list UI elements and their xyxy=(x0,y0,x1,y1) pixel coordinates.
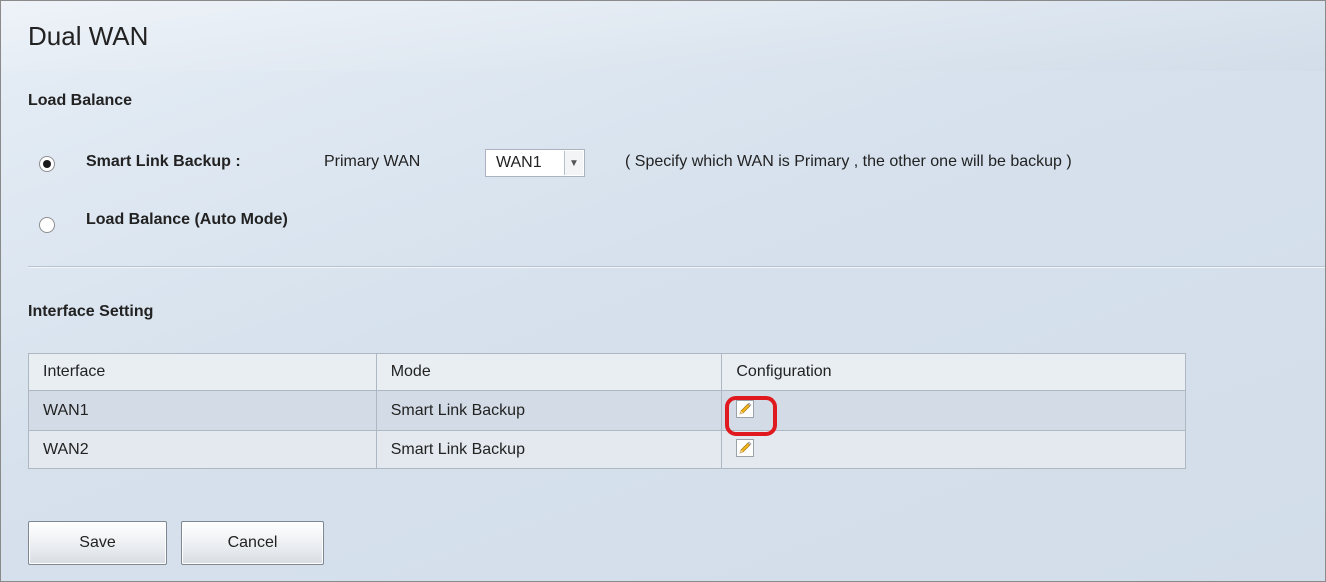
smart-link-backup-radio[interactable] xyxy=(39,156,55,172)
edit-pencil-icon[interactable] xyxy=(736,439,755,458)
table-row: WAN2 Smart Link Backup xyxy=(28,430,1186,469)
interface-setting-heading: Interface Setting xyxy=(28,303,154,320)
page-title: Dual WAN xyxy=(28,21,149,51)
load-balance-heading: Load Balance xyxy=(28,92,133,109)
smart-link-backup-label: Smart Link Backup : xyxy=(86,153,241,170)
cancel-button[interactable]: Cancel xyxy=(181,521,324,565)
header-band xyxy=(1,1,1325,71)
chevron-down-icon[interactable]: ▼ xyxy=(564,151,583,175)
mode-cell: Smart Link Backup xyxy=(375,390,723,431)
interface-cell: WAN1 xyxy=(28,390,377,431)
primary-wan-value: WAN1 xyxy=(496,154,542,171)
dual-wan-panel: Dual WAN Load Balance Smart Link Backup … xyxy=(0,0,1326,582)
configuration-cell xyxy=(721,430,1186,469)
primary-wan-hint: ( Specify which WAN is Primary , the oth… xyxy=(625,153,1072,170)
interface-table: Interface Mode Configuration WAN1 Smart … xyxy=(28,353,1186,469)
save-button[interactable]: Save xyxy=(28,521,167,565)
load-balance-auto-label: Load Balance (Auto Mode) xyxy=(86,211,288,228)
column-header-mode: Mode xyxy=(375,353,723,391)
column-header-configuration: Configuration xyxy=(721,353,1186,391)
edit-pencil-icon[interactable] xyxy=(736,400,755,419)
mode-cell: Smart Link Backup xyxy=(375,430,723,469)
column-header-interface: Interface xyxy=(28,353,377,391)
interface-cell: WAN2 xyxy=(28,430,377,469)
load-balance-auto-radio[interactable] xyxy=(39,217,55,233)
table-row: WAN1 Smart Link Backup xyxy=(28,390,1186,431)
primary-wan-select[interactable]: WAN1 ▼ xyxy=(485,149,585,177)
configuration-cell xyxy=(721,390,1186,431)
table-header-row: Interface Mode Configuration xyxy=(28,353,1186,391)
primary-wan-label: Primary WAN xyxy=(324,153,421,170)
section-divider xyxy=(28,266,1325,268)
